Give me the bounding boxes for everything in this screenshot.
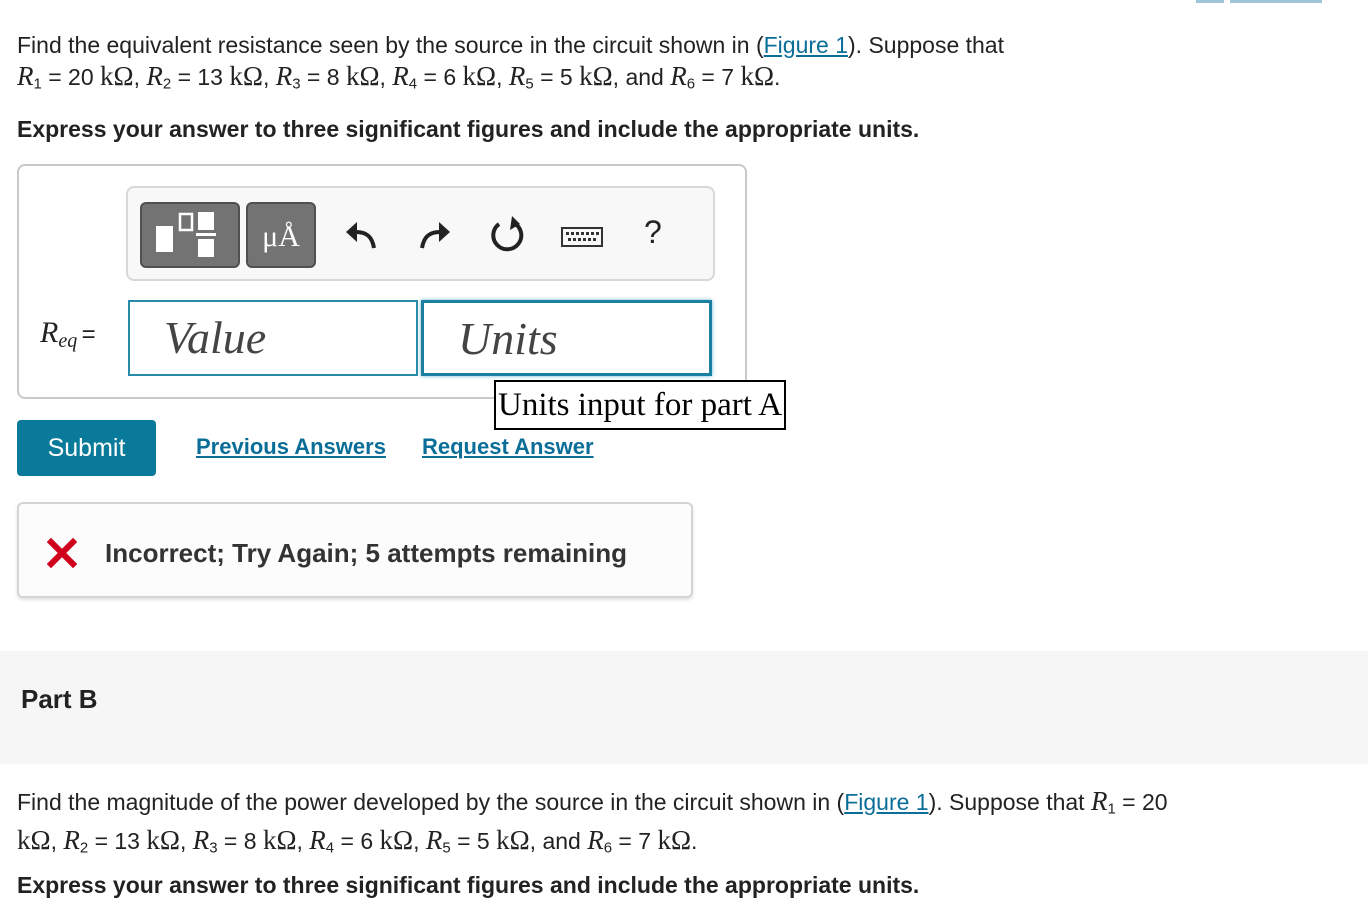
keyboard-icon [561,227,603,247]
part-b-problem: Find the magnitude of the power develope… [17,786,1168,857]
req-label: Req = [40,316,96,352]
keyboard-button[interactable] [558,210,608,260]
redo-icon [420,222,450,249]
feedback-box: Incorrect; Try Again; 5 attempts remaini… [17,502,693,598]
figure-1-link[interactable]: Figure 1 [764,32,848,58]
math-toolbar: μÅ ? [126,186,715,281]
top-edge-fragment [1196,0,1322,4]
part-b-title: Part B [21,684,98,714]
feedback-text: Incorrect; Try Again; 5 attempts remaini… [105,538,628,568]
reset-button[interactable] [484,210,530,260]
request-answer-link[interactable]: Request Answer [422,434,594,460]
templates-button[interactable] [140,202,240,268]
undo-button[interactable] [338,210,384,260]
units-tooltip: Units input for part A [494,380,787,430]
part-a-problem: Find the equivalent resistance seen by t… [17,32,1004,93]
figure-1-link[interactable]: Figure 1 [844,789,928,815]
reset-icon [491,216,524,252]
part-a-instruction: Express your answer to three significant… [17,116,920,142]
help-button[interactable]: ? [638,210,678,260]
units-icon: μÅ [262,220,300,253]
previous-answers-link[interactable]: Previous Answers [196,434,386,460]
value-input[interactable]: Value [128,300,418,376]
undo-icon [346,222,376,249]
units-button[interactable]: μÅ [246,202,316,268]
part-b-instruction: Express your answer to three significant… [17,872,920,898]
submit-button[interactable]: Submit [17,420,156,476]
incorrect-icon [47,538,77,568]
help-icon: ? [644,214,662,250]
part-b-header[interactable]: Part B [0,651,1368,764]
templates-icon [156,212,216,257]
redo-button[interactable] [412,210,458,260]
units-input[interactable]: Units [421,300,712,376]
